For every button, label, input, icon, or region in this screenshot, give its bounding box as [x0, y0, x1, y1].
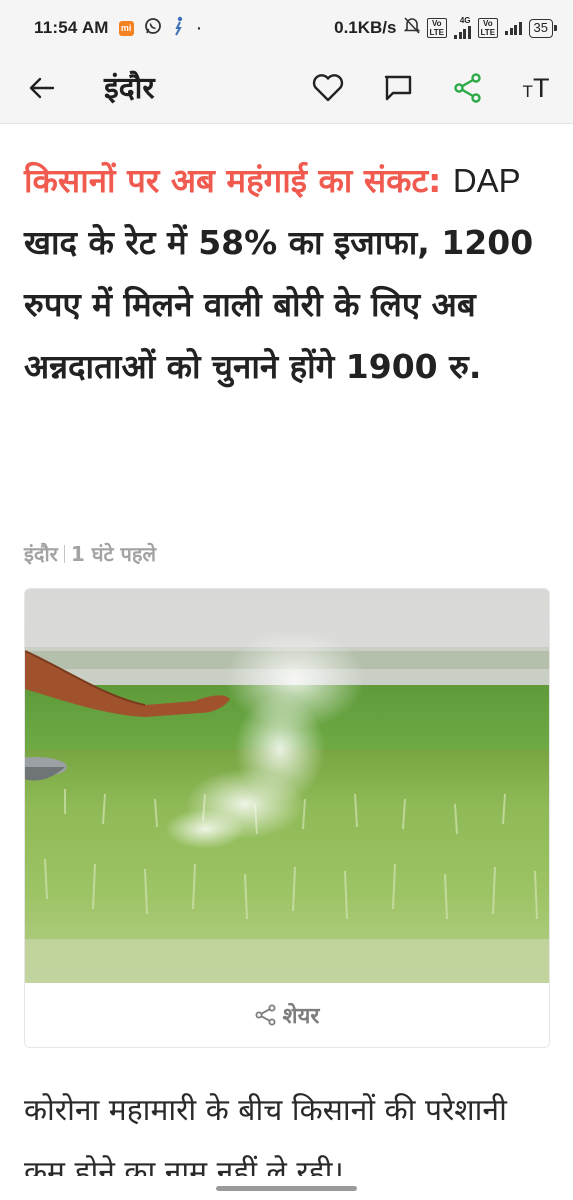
share-icon: [454, 73, 481, 103]
battery-icon: 35: [528, 18, 558, 38]
meta-separator: [63, 544, 65, 563]
notification-app-icon: [172, 16, 186, 41]
signal-strength-icon: [454, 25, 471, 39]
share-button-top[interactable]: [448, 68, 488, 108]
article-photo[interactable]: [25, 589, 549, 983]
status-time: 11:54 AM: [34, 18, 109, 37]
page-title: इंदौर: [104, 71, 155, 106]
photo-farmer-spreading-fertilizer: [25, 589, 549, 983]
back-button[interactable]: [24, 70, 60, 106]
article-meta: इंदौर 1 घंटे पहले: [24, 540, 156, 567]
font-size-icon: TT: [522, 72, 550, 103]
status-bar: 11:54 AM mi · 0.1KB/s Vo LTE 4G Vo LTE 35: [0, 0, 573, 56]
volte-icon-2: Vo LTE: [477, 18, 499, 38]
font-size-button[interactable]: TT: [516, 68, 556, 108]
home-gesture-pill[interactable]: [216, 1186, 357, 1191]
share-label: शेयर: [282, 1004, 320, 1029]
back-arrow-icon: [29, 77, 55, 99]
signal-strength-icon-2: [505, 21, 522, 35]
meta-time: 1 घंटे पहले: [70, 542, 157, 566]
comment-icon: [384, 75, 412, 101]
headline-text: खाद के रेट में 58% का इजाफा, 1200 रुपए म…: [24, 223, 534, 386]
headline-latin-term: DAP: [452, 162, 521, 199]
share-icon-small: [255, 1004, 276, 1026]
article-headline: किसानों पर अब महंगाई का संकट: DAP खाद के…: [24, 150, 544, 398]
like-button[interactable]: [308, 68, 348, 108]
gesture-nav-bar: [0, 1176, 573, 1200]
mute-bell-icon: [403, 17, 420, 39]
whatsapp-icon: [144, 17, 162, 40]
net-speed: 0.1KB/s: [334, 18, 397, 37]
more-notifications-dot-icon: ·: [195, 17, 203, 39]
comment-button[interactable]: [378, 68, 418, 108]
network-type: 4G: [459, 16, 471, 25]
image-card: शेयर: [24, 588, 550, 1048]
share-button[interactable]: शेयर: [25, 983, 549, 1047]
mi-app-icon: mi: [118, 20, 134, 36]
app-bar: इंदौर TT: [0, 56, 573, 124]
volte-icon: Vo LTE: [426, 18, 448, 38]
heart-icon: [312, 74, 344, 102]
headline-kicker: किसानों पर अब महंगाई का संकट:: [24, 161, 442, 200]
meta-location: इंदौर: [24, 542, 58, 566]
